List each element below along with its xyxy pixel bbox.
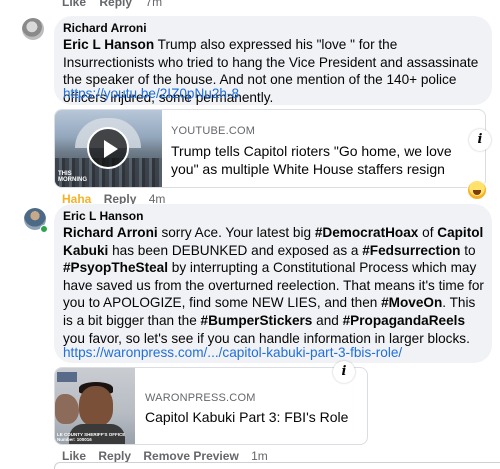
hashtag-link[interactable]: #PropagandaReels [343,313,465,328]
hashtag-link[interactable]: #PsyopTheSteal [63,260,168,275]
remove-preview-link[interactable]: Remove Preview [143,449,238,463]
play-icon[interactable] [87,127,129,169]
portrait-image [79,386,113,426]
thumbnail-brand: THIS MORNING [58,171,87,183]
comment-text: Richard Arroni sorry Ace. Your latest bi… [63,225,484,346]
comment-author[interactable]: Richard Arroni [63,21,147,35]
preview-title[interactable]: Capitol Kabuki Part 3: FBI's Role [145,408,365,426]
like-link[interactable]: Like [62,449,86,463]
avatar[interactable] [22,18,44,40]
link-preview-card[interactable]: LE COUNTY SHERIFF'S OFFICE Number: 100016… [54,367,368,445]
thumbnail-caption: LE COUNTY SHERIFF'S OFFICE Number: 100016 [57,432,126,442]
timestamp[interactable]: 1m [251,449,268,463]
previous-comment-actions: Like Reply 7m [62,0,172,9]
info-icon[interactable]: i [469,129,491,151]
comment-actions: Like Reply Remove Preview 1m [62,449,277,463]
reply-link[interactable]: Reply [99,0,132,9]
preview-domain: WARONPRESS.COM [145,392,256,404]
comment-url-link[interactable]: https://waronpress.com/.../capitol-kabuk… [63,345,402,360]
comment-url-link[interactable]: https://youtu.be/2IZ0pNu2h-8 [63,86,239,101]
hashtag-link[interactable]: #BumperStickers [201,313,313,328]
timestamp[interactable]: 7m [145,0,162,9]
video-thumbnail[interactable]: THIS MORNING [55,110,162,187]
mention-link[interactable]: Eric L Hanson [63,37,154,52]
article-thumbnail[interactable]: LE COUNTY SHERIFF'S OFFICE Number: 100016 [55,368,135,444]
hashtag-link[interactable]: #Fedsurrection [362,243,460,258]
preview-title[interactable]: Trump tells Capitol rioters "Go home, we… [171,142,476,178]
link-preview-card[interactable]: THIS MORNING YOUTUBE.COM Trump tells Capi… [54,109,486,188]
portrait-image [55,394,79,424]
next-comment-edge [54,462,500,469]
hashtag-link[interactable]: #MoveOn [381,295,442,310]
photo-label [57,372,77,382]
preview-domain: YOUTUBE.COM [171,125,256,137]
hashtag-link[interactable]: #DemocratHoax [315,225,419,240]
online-status-icon [40,225,48,233]
reply-link[interactable]: Reply [98,449,131,463]
haha-reaction-icon[interactable] [467,180,487,200]
comment-author[interactable]: Eric L Hanson [63,209,143,223]
mention-link[interactable]: Richard Arroni [63,225,158,240]
info-icon[interactable]: i [333,361,355,383]
like-link[interactable]: Like [62,0,86,9]
